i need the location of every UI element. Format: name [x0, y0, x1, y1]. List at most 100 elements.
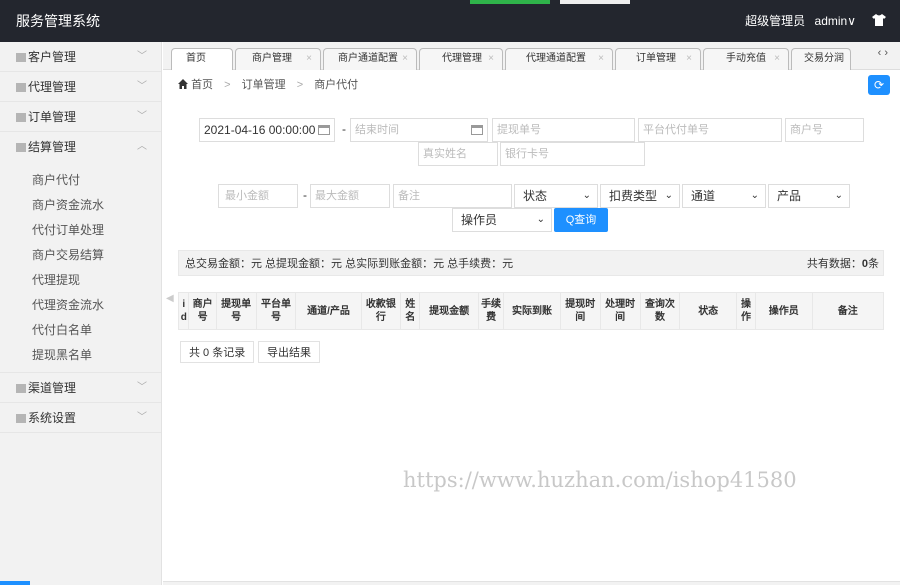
home-icon[interactable]	[178, 79, 191, 91]
sidebar-group-customer[interactable]: 客户管理 ﹀	[0, 42, 161, 72]
sidebar-group-agent[interactable]: 代理管理 ﹀	[0, 72, 161, 102]
query-button[interactable]: Q查询	[554, 208, 608, 232]
chevron-down-icon: ⌄	[664, 190, 673, 201]
chevron-down-icon: ⌄	[536, 214, 545, 225]
col-fee: 手续费	[477, 292, 505, 330]
sidebar: 客户管理 ﹀ 代理管理 ﹀ 订单管理 ﹀ 结算管理 ︿ 商户代付 商户资金流水 代付订单…	[0, 42, 162, 585]
sidebar-group-order[interactable]: 订单管理 ﹀	[0, 102, 161, 132]
chevron-down-icon: ﹀	[137, 412, 147, 423]
chevron-down-icon: ⌄	[582, 190, 591, 201]
top-accent-bar	[470, 0, 550, 4]
col-withdraw-no: 提现单号	[215, 292, 257, 330]
bottom-accent	[0, 581, 30, 585]
sidebar-group-system[interactable]: 系统设置 ﹀	[0, 403, 161, 433]
close-icon[interactable]: ×	[598, 49, 604, 69]
user-role: 超级管理员	[745, 14, 806, 28]
col-receiving-bank: 收款银行	[360, 292, 402, 330]
top-header: 服务管理系统 超级管理员 admin∨	[0, 0, 900, 42]
tab-agent-channel-config[interactable]: 代理通道配置 ×	[505, 48, 613, 70]
range-separator: -	[303, 188, 307, 202]
breadcrumb-order-management[interactable]: 订单管理	[242, 79, 286, 91]
username: admin∨	[814, 14, 856, 28]
product-select[interactable]: 产品 ⌄	[768, 184, 850, 208]
tab-profit-sharing[interactable]: 交易分润	[791, 48, 851, 70]
status-select[interactable]: 状态 ⌄	[514, 184, 598, 208]
chevron-down-icon: ﹀	[137, 382, 147, 393]
range-separator: -	[342, 122, 346, 136]
tab-order-management[interactable]: 订单管理 ×	[615, 48, 701, 70]
col-merchant-no: 商户号	[188, 292, 217, 330]
bottom-scrollbar[interactable]	[163, 581, 900, 585]
export-button[interactable]: 导出结果	[258, 341, 320, 363]
menu-icon	[16, 83, 26, 92]
col-action: 操作	[736, 292, 756, 330]
shirt-icon[interactable]	[872, 0, 886, 42]
start-time-field[interactable]: 2021-04-16 00:00:00	[199, 118, 335, 142]
end-time-field[interactable]: 结束时间	[350, 118, 488, 142]
real-name-field[interactable]: 真实姓名	[418, 142, 498, 166]
top-accent-bar-secondary	[560, 0, 630, 4]
operator-select[interactable]: 操作员 ⌄	[452, 208, 552, 232]
close-icon[interactable]: ×	[402, 49, 408, 69]
tab-bar: 首页 商户管理 × 商户通道配置 × 代理管理 × 代理通道配置 × 订单管理 × 手动充…	[163, 42, 900, 70]
chevron-up-icon: ︿	[137, 141, 147, 152]
col-withdraw-amount: 提现金额	[419, 292, 479, 330]
payout-table: i d 商户号 提现单号 平台单号 通道/产品 收款银行 姓名 提现金额 手续费…	[177, 292, 885, 330]
col-id: i d	[177, 292, 190, 330]
sidebar-item-merchant-fund-flow[interactable]: 商户资金流水	[0, 193, 161, 218]
sidebar-group-settlement[interactable]: 结算管理 ︿	[0, 132, 161, 162]
sidebar-group-channel[interactable]: 渠道管理 ﹀	[0, 373, 161, 403]
merchant-no-field[interactable]: 商户号	[785, 118, 864, 142]
col-actual-received: 实际到账	[503, 292, 561, 330]
col-remark: 备注	[811, 292, 885, 330]
sidebar-item-withdraw-blacklist[interactable]: 提现黑名单	[0, 343, 161, 368]
table-header-row: i d 商户号 提现单号 平台单号 通道/产品 收款银行 姓名 提现金额 手续费…	[177, 292, 885, 330]
sidebar-item-merchant-payout[interactable]: 商户代付	[0, 168, 161, 193]
sidebar-item-agent-withdraw[interactable]: 代理提现	[0, 268, 161, 293]
withdraw-no-field[interactable]: 提现单号	[492, 118, 635, 142]
breadcrumb-home[interactable]: 首页	[191, 79, 213, 91]
record-total: 共有数据：0条	[806, 258, 879, 270]
sidebar-item-merchant-settlement[interactable]: 商户交易结算	[0, 243, 161, 268]
channel-select[interactable]: 通道 ⌄	[682, 184, 766, 208]
col-operator: 操作员	[754, 292, 813, 330]
min-amount-field[interactable]: 最小金额	[218, 184, 298, 208]
menu-icon	[16, 113, 26, 122]
tab-home[interactable]: 首页	[171, 48, 233, 70]
chevron-down-icon: ﹀	[137, 51, 147, 62]
col-platform-no: 平台单号	[255, 292, 297, 330]
sidebar-item-agent-fund-flow[interactable]: 代理资金流水	[0, 293, 161, 318]
refresh-button[interactable]: ⟳	[868, 75, 890, 95]
sidebar-item-payout-processing[interactable]: 代付订单处理	[0, 218, 161, 243]
platform-no-field[interactable]: 平台代付单号	[638, 118, 782, 142]
remark-field[interactable]: 备注	[393, 184, 512, 208]
tab-merchant-channel-config[interactable]: 商户通道配置 ×	[323, 48, 417, 70]
tab-agent-management[interactable]: 代理管理 ×	[419, 48, 503, 70]
breadcrumb-merchant-payout: 商户代付	[314, 79, 359, 91]
close-icon[interactable]: ×	[488, 49, 494, 69]
summary-bar: 总交易金额：元 总提现金额：元 总实际到账金额：元 总手续费：元 共有数据：0条	[178, 250, 884, 276]
calendar-icon	[318, 125, 330, 135]
col-status: 状态	[679, 292, 738, 330]
col-query-count: 查询次数	[639, 292, 681, 330]
watermark: https://www.huzhan.com/ishop41580	[403, 468, 797, 492]
user-menu[interactable]: 超级管理员 admin∨	[745, 0, 856, 42]
chevron-down-icon: ﹀	[137, 111, 147, 122]
menu-icon	[16, 414, 26, 423]
tab-merchant-management[interactable]: 商户管理 ×	[235, 48, 321, 70]
close-icon[interactable]: ×	[306, 49, 312, 69]
fee-type-select[interactable]: 扣费类型 ⌄	[600, 184, 680, 208]
close-icon[interactable]: ×	[686, 49, 692, 69]
bank-card-field[interactable]: 银行卡号	[500, 142, 645, 166]
sidebar-item-payout-whitelist[interactable]: 代付白名单	[0, 318, 161, 343]
record-count: 共 0 条记录	[180, 341, 255, 363]
close-icon[interactable]: ×	[774, 49, 780, 69]
breadcrumb: 首页 > 订单管理 > 商户代付	[178, 70, 358, 100]
col-name: 姓名	[400, 292, 421, 330]
tab-scroll-arrows[interactable]: ‹ ›	[878, 47, 888, 59]
col-process-time: 处理时间	[599, 292, 641, 330]
table-scroll-left-icon[interactable]: ◀	[166, 293, 174, 304]
menu-icon	[16, 384, 26, 393]
tab-manual-recharge[interactable]: 手动充值 ×	[703, 48, 789, 70]
max-amount-field[interactable]: 最大金额	[310, 184, 390, 208]
